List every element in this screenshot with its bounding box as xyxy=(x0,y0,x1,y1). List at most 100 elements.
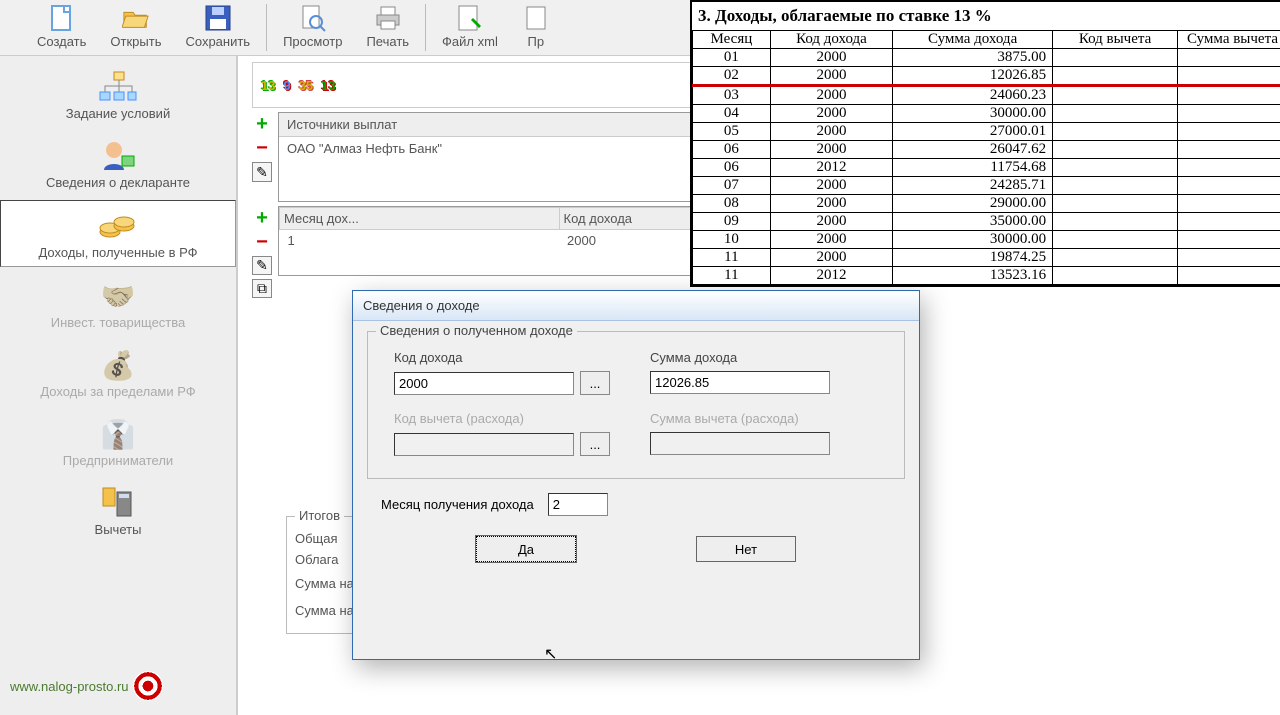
dialog-groupbox: Сведения о полученном доходе Код дохода … xyxy=(367,331,905,479)
paper-row: 10200030000.00 xyxy=(693,231,1280,249)
money-bag-icon: 💰 xyxy=(97,346,139,384)
save-button[interactable]: Сохранить xyxy=(173,2,262,53)
briefcase-person-icon: 👔 xyxy=(97,415,139,453)
add-income-button[interactable]: + xyxy=(252,208,272,228)
person-icon xyxy=(97,137,139,175)
add-source-button[interactable]: + xyxy=(252,114,272,134)
folder-open-icon xyxy=(122,4,150,32)
month-row: Месяц получения дохода xyxy=(381,493,905,516)
sidebar-item-entrepreneurs: 👔 Предприниматели xyxy=(0,409,236,474)
watermark: www.nalog-prosto.ru xyxy=(10,671,163,701)
rate-9[interactable]: 9 xyxy=(283,78,290,93)
paper-row: 09200035000.00 xyxy=(693,213,1280,231)
open-button[interactable]: Открыть xyxy=(98,2,173,53)
ph-month: Месяц xyxy=(693,31,771,49)
ph-code: Код дохода xyxy=(770,31,892,49)
paper-row: 02200012026.85 xyxy=(693,67,1280,86)
sidebar-item-income-foreign: 💰 Доходы за пределами РФ xyxy=(0,340,236,405)
dedcode-input xyxy=(394,433,574,456)
sidebar-item-conditions[interactable]: Задание условий xyxy=(0,62,236,127)
month-label: Месяц получения дохода xyxy=(381,497,534,512)
sidebar-item-invest: 🤝 Инвест. товарищества xyxy=(0,271,236,336)
dedcode-browse-button[interactable]: ... xyxy=(580,432,610,456)
paper-row: 11201213523.16 xyxy=(693,267,1280,285)
conditions-label: Задание условий xyxy=(66,106,170,121)
paper-row: 11200019874.25 xyxy=(693,249,1280,267)
new-file-icon xyxy=(48,4,76,32)
calculator-icon xyxy=(97,484,139,522)
paper-row: 03200024060.23 xyxy=(693,86,1280,105)
yes-button[interactable]: Да xyxy=(476,536,576,562)
tree-icon xyxy=(97,68,139,106)
edit-source-button[interactable]: ✎ xyxy=(252,162,272,182)
paper-row: 07200024285.71 xyxy=(693,177,1280,195)
coins-icon xyxy=(97,207,139,245)
rate-13a[interactable]: 13 xyxy=(261,78,275,93)
copy-income-button[interactable]: ⧉ xyxy=(252,279,272,298)
preview-label: Просмотр xyxy=(283,34,342,49)
paper-row: 06200026047.62 xyxy=(693,141,1280,159)
rate-35[interactable]: 35 xyxy=(299,78,313,93)
month-input[interactable] xyxy=(548,493,608,516)
income-dialog: Сведения о доходе Сведения о полученном … xyxy=(352,290,920,660)
preview-button[interactable]: Просмотр xyxy=(271,2,354,53)
save-label: Сохранить xyxy=(185,34,250,49)
create-button[interactable]: Создать xyxy=(25,2,98,53)
toolbar-sep-1 xyxy=(266,4,267,51)
income-buttons: + − ✎ ⧉ xyxy=(252,206,272,276)
dedsum-field: Сумма вычета (расхода) xyxy=(650,411,830,456)
print-label: Печать xyxy=(366,34,409,49)
nav-sidebar: Задание условий Сведения о декларанте До… xyxy=(0,56,238,715)
sum-label: Сумма дохода xyxy=(650,350,830,365)
sources-buttons: + − ✎ xyxy=(252,112,272,202)
dialog-title[interactable]: Сведения о доходе xyxy=(353,291,919,321)
toolbar-sep-2 xyxy=(425,4,426,51)
entrepreneurs-label: Предприниматели xyxy=(63,453,173,468)
paper-title: 3. Доходы, облагаемые по ставке 13 % xyxy=(692,2,1280,30)
create-label: Создать xyxy=(37,34,86,49)
totals-legend: Итогов xyxy=(295,508,344,523)
invest-label: Инвест. товарищества xyxy=(51,315,186,330)
no-button[interactable]: Нет xyxy=(696,536,796,562)
open-label: Открыть xyxy=(110,34,161,49)
print-button[interactable]: Печать xyxy=(354,2,421,53)
sidebar-item-declarant[interactable]: Сведения о декларанте xyxy=(0,131,236,196)
income-rf-label: Доходы, полученные в РФ xyxy=(38,245,197,260)
check-page-icon xyxy=(522,4,550,32)
edit-income-button[interactable]: ✎ xyxy=(252,256,272,275)
declarant-label: Сведения о декларанте xyxy=(46,175,190,190)
code-input[interactable] xyxy=(394,372,574,395)
rate-13b[interactable]: 13 xyxy=(321,78,335,93)
check-label: Пр xyxy=(528,34,545,49)
xml-icon xyxy=(456,4,484,32)
paper-row: 0120003875.00 xyxy=(693,49,1280,67)
group-legend: Сведения о полученном доходе xyxy=(376,323,577,338)
code-field: Код дохода ... xyxy=(394,350,610,395)
ph-dcode: Код вычета xyxy=(1053,31,1178,49)
paper-table: Месяц Код дохода Сумма дохода Код вычета… xyxy=(692,30,1280,285)
col-month[interactable]: Месяц дох... xyxy=(280,208,560,230)
watermark-text: www.nalog-prosto.ru xyxy=(10,679,129,694)
file-xml-label: Файл xml xyxy=(442,34,498,49)
sum-input[interactable] xyxy=(650,371,830,394)
sidebar-item-deductions[interactable]: Вычеты xyxy=(0,478,236,543)
code-browse-button[interactable]: ... xyxy=(580,371,610,395)
check-button[interactable]: Пр xyxy=(510,2,562,53)
deductions-label: Вычеты xyxy=(95,522,142,537)
dedsum-input xyxy=(650,432,830,455)
sum-field: Сумма дохода xyxy=(650,350,830,395)
del-source-button[interactable]: − xyxy=(252,138,272,158)
dialog-buttons: Да Нет xyxy=(367,536,905,562)
target-icon xyxy=(133,671,163,701)
dedcode-label: Код вычета (расхода) xyxy=(394,411,610,426)
file-xml-button[interactable]: Файл xml xyxy=(430,2,510,53)
handshake-icon: 🤝 xyxy=(97,277,139,315)
floppy-icon xyxy=(204,4,232,32)
sidebar-item-income-rf[interactable]: Доходы, полученные в РФ xyxy=(0,200,236,267)
del-income-button[interactable]: − xyxy=(252,232,272,252)
paper-row: 06201211754.68 xyxy=(693,159,1280,177)
code-label: Код дохода xyxy=(394,350,610,365)
paper-row: 04200030000.00 xyxy=(693,105,1280,123)
rate-tabs[interactable]: 13 9 35 13 xyxy=(252,62,692,108)
dedcode-field: Код вычета (расхода) ... xyxy=(394,411,610,456)
